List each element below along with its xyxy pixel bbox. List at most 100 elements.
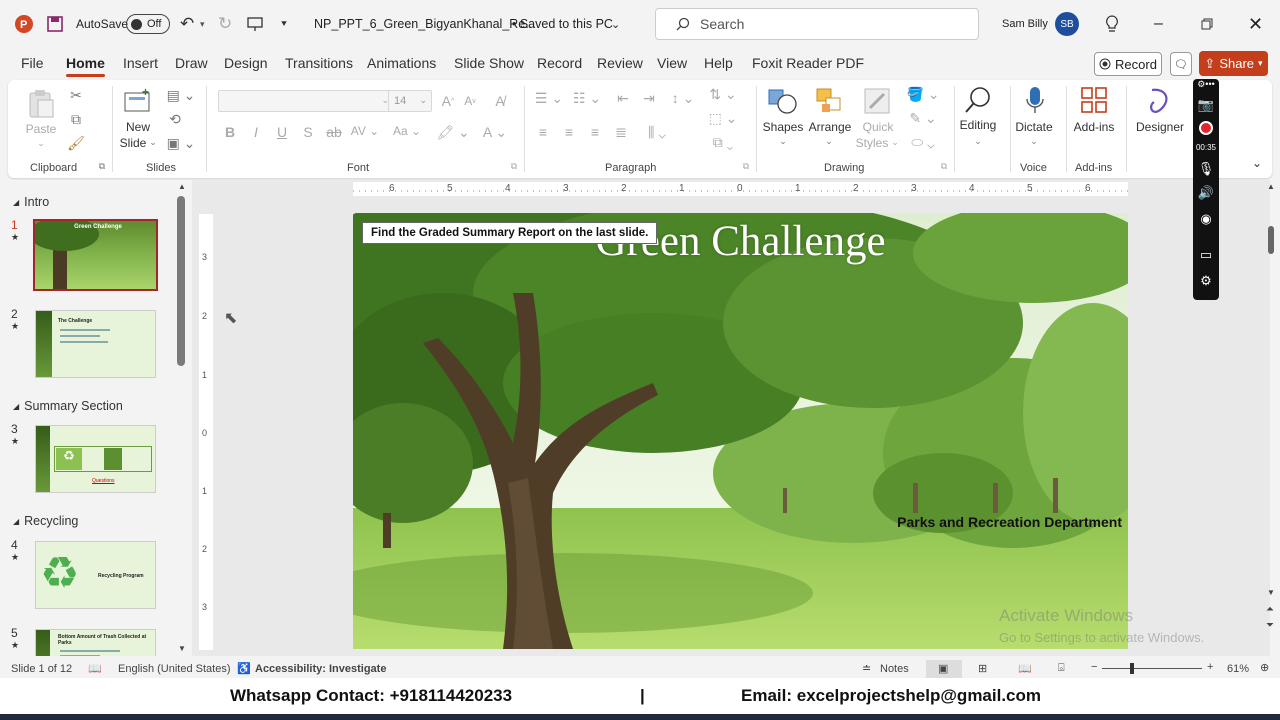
- paste-icon[interactable]: [26, 88, 56, 120]
- tab-file[interactable]: File: [21, 55, 44, 71]
- slide-thumbnail-5[interactable]: Bottom Amount of Trash Collected at Park…: [35, 629, 156, 656]
- accessibility-status[interactable]: Accessibility: Investigate: [255, 663, 386, 675]
- quick-styles-icon[interactable]: [860, 84, 894, 118]
- tab-transitions[interactable]: Transitions: [285, 55, 353, 71]
- customize-qat-icon[interactable]: ⯆: [280, 0, 288, 48]
- change-case-icon[interactable]: Aa ⌄: [390, 124, 424, 138]
- tab-view[interactable]: View: [657, 55, 687, 71]
- scroll-down-icon[interactable]: ▼: [178, 644, 186, 653]
- webcam-icon[interactable]: ◉: [1193, 211, 1219, 227]
- canvas-scroll-up-icon[interactable]: ▲: [1267, 182, 1275, 191]
- copy-icon[interactable]: ⧉: [67, 110, 85, 128]
- add-ins-icon[interactable]: [1078, 84, 1110, 116]
- save-icon[interactable]: [46, 0, 64, 48]
- recorder-menu-icon[interactable]: ⚙•••: [1193, 79, 1219, 90]
- section-recycling[interactable]: ◢ Recycling: [13, 514, 78, 528]
- slide-1[interactable]: Green Challenge Find the Graded Summary …: [353, 213, 1128, 649]
- undo-icon[interactable]: ↶: [180, 0, 194, 48]
- tab-draw[interactable]: Draw: [175, 55, 208, 71]
- text-direction-icon[interactable]: ⇅ ⌄: [706, 86, 740, 103]
- highlight-icon[interactable]: 🖍 ⌄: [436, 124, 470, 141]
- numbering-icon[interactable]: ☷ ⌄: [570, 90, 604, 107]
- tab-record[interactable]: Record: [537, 55, 582, 71]
- smartart-icon[interactable]: ⧉ ⌄: [706, 134, 740, 151]
- language-indicator[interactable]: English (United States): [118, 663, 231, 675]
- tab-design[interactable]: Design: [224, 55, 268, 71]
- normal-view-button[interactable]: ▣: [926, 660, 962, 678]
- speaker-icon[interactable]: 🔊: [1193, 185, 1219, 201]
- comments-button[interactable]: 🗨: [1170, 52, 1192, 76]
- arrange-dropdown-icon[interactable]: ⌄: [824, 136, 834, 147]
- slide-subtitle[interactable]: Parks and Recreation Department: [897, 514, 1122, 530]
- graded-summary-note[interactable]: Find the Graded Summary Report on the la…: [362, 222, 658, 244]
- tab-animations[interactable]: Animations: [367, 55, 436, 71]
- tab-help[interactable]: Help: [704, 55, 733, 71]
- save-status[interactable]: • Saved to this PC: [512, 0, 613, 48]
- section-intro[interactable]: ◢ Intro: [13, 195, 49, 209]
- present-icon[interactable]: [247, 0, 263, 48]
- canvas-scrollbar[interactable]: [1268, 226, 1274, 254]
- line-spacing-icon[interactable]: ↕ ⌄: [666, 90, 700, 107]
- character-spacing-icon[interactable]: AV ⌄: [350, 124, 380, 138]
- microphone-icon[interactable]: [1020, 84, 1050, 118]
- shape-outline-icon[interactable]: ✎ ⌄: [906, 110, 940, 127]
- designer-icon[interactable]: [1144, 84, 1176, 116]
- camera-icon[interactable]: 📷: [1193, 97, 1219, 113]
- cut-icon[interactable]: ✂: [67, 86, 85, 104]
- search-box[interactable]: Search: [655, 8, 979, 40]
- notes-button[interactable]: Notes: [880, 663, 909, 675]
- save-status-chevron-icon[interactable]: ⌄: [611, 0, 620, 48]
- clipboard-launcher-icon[interactable]: ⧉: [96, 160, 108, 172]
- decrease-font-icon[interactable]: Av: [460, 90, 480, 112]
- reset-icon[interactable]: ⟲: [166, 110, 184, 128]
- text-shadow-icon[interactable]: S: [300, 124, 316, 140]
- thumbnails-scrollbar[interactable]: [177, 196, 185, 366]
- previous-slide-icon[interactable]: ⏶: [1266, 604, 1274, 615]
- align-right-icon[interactable]: ≡: [586, 124, 604, 140]
- drawing-launcher-icon[interactable]: ⧉: [938, 160, 950, 172]
- tab-slide-show[interactable]: Slide Show: [454, 55, 524, 71]
- tab-insert[interactable]: Insert: [123, 55, 158, 71]
- reading-view-icon[interactable]: 📖: [1018, 662, 1032, 675]
- font-color-icon[interactable]: A ⌄: [478, 124, 512, 141]
- record-button[interactable]: Record: [1094, 52, 1162, 76]
- new-slide-dropdown-icon[interactable]: ⌄: [148, 137, 158, 148]
- columns-icon[interactable]: ⫼ ⌄: [640, 124, 674, 141]
- accessibility-icon[interactable]: ♿: [237, 662, 251, 675]
- zoom-slider-thumb[interactable]: [1130, 663, 1134, 674]
- italic-icon[interactable]: I: [248, 124, 264, 140]
- tab-review[interactable]: Review: [597, 55, 643, 71]
- spellcheck-icon[interactable]: 📖: [88, 662, 102, 675]
- editing-search-icon[interactable]: [962, 84, 994, 116]
- shape-fill-icon[interactable]: 🪣 ⌄: [906, 86, 940, 103]
- section-icon[interactable]: ▣ ⌄: [166, 134, 196, 152]
- shape-effects-icon[interactable]: ⬭ ⌄: [906, 134, 940, 151]
- bullets-icon[interactable]: ☰ ⌄: [532, 90, 566, 107]
- increase-indent-icon[interactable]: ⇥: [640, 90, 658, 107]
- scroll-up-icon[interactable]: ▲: [178, 182, 186, 191]
- user-name[interactable]: Sam Billy: [1002, 0, 1048, 48]
- record-stop-icon[interactable]: [1193, 121, 1219, 138]
- document-filename[interactable]: NP_PPT_6_Green_BigyanKhanal_Re...: [314, 0, 536, 48]
- font-name-combobox[interactable]: ⌄: [218, 90, 394, 112]
- font-launcher-icon[interactable]: ⧉: [508, 160, 520, 172]
- clear-formatting-icon[interactable]: A̸: [490, 90, 510, 112]
- collapse-ribbon-icon[interactable]: ⌄: [1250, 156, 1264, 170]
- layout-icon[interactable]: ▤ ⌄: [166, 86, 196, 104]
- zoom-slider[interactable]: [1102, 668, 1202, 669]
- lightbulb-icon[interactable]: [1104, 0, 1120, 48]
- slideshow-view-icon[interactable]: ⌺: [1058, 662, 1065, 675]
- dictate-dropdown-icon[interactable]: ⌄: [1029, 136, 1039, 147]
- new-slide-icon[interactable]: +: [122, 86, 154, 116]
- recorder-mic-icon[interactable]: 🎙: [1193, 161, 1219, 177]
- fit-to-window-icon[interactable]: ⊕: [1260, 661, 1269, 674]
- restore-icon[interactable]: [1201, 0, 1213, 48]
- slide-thumbnail-3[interactable]: ♻ Questions: [35, 425, 156, 493]
- minimize-icon[interactable]: –: [1154, 0, 1163, 48]
- share-button[interactable]: ⇪ Share ▾: [1199, 51, 1268, 76]
- editing-dropdown-icon[interactable]: ⌄: [973, 136, 983, 147]
- undo-dropdown-icon[interactable]: ▾: [200, 0, 205, 48]
- strikethrough-icon[interactable]: ab: [324, 124, 344, 140]
- align-left-icon[interactable]: ≡: [534, 124, 552, 140]
- font-size-combobox[interactable]: 14 ⌄: [388, 90, 432, 112]
